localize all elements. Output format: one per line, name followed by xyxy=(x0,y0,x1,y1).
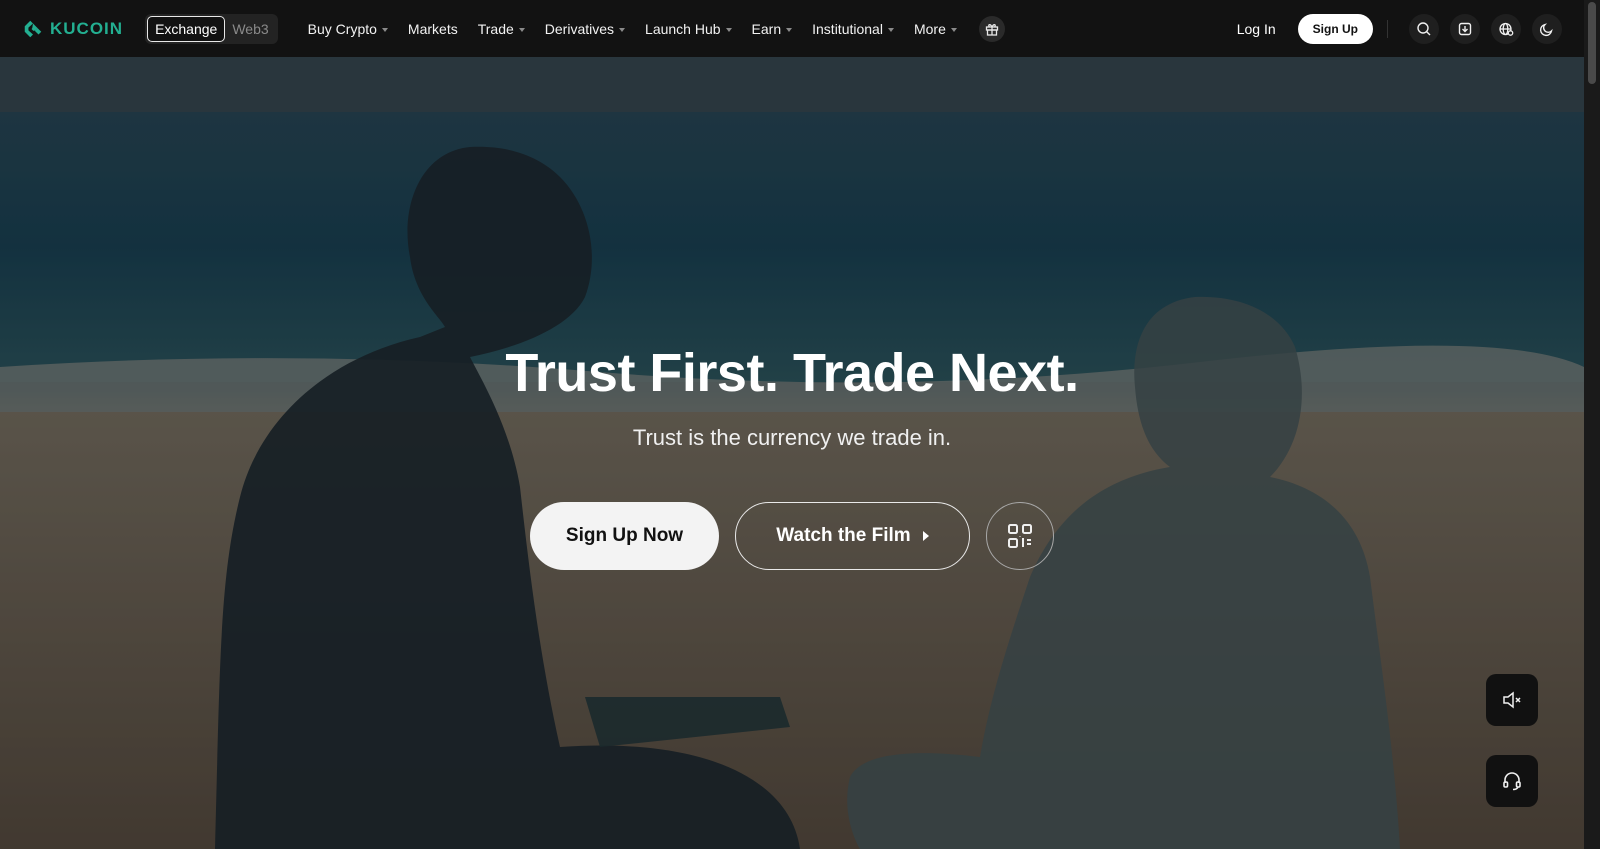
nav-markets-label: Markets xyxy=(407,20,458,37)
hero-section: Trust First. Trade Next. Trust is the cu… xyxy=(0,57,1584,849)
download-icon xyxy=(1458,22,1472,35)
nav-derivatives-label: Derivatives xyxy=(544,20,615,37)
nav-buy-crypto-label: Buy Crypto xyxy=(307,20,377,37)
top-navbar: KUCOIN Exchange Web3 Buy Crypto Markets … xyxy=(0,0,1584,57)
scrollbar-thumb[interactable] xyxy=(1588,2,1596,84)
kucoin-logo[interactable]: KUCOIN xyxy=(22,18,123,40)
hero-background-image xyxy=(0,57,1584,849)
nav-earn[interactable]: Earn xyxy=(742,0,803,57)
chevron-down-icon xyxy=(518,27,525,32)
brand-name: KUCOIN xyxy=(50,18,124,38)
chevron-down-icon xyxy=(786,27,793,32)
hero-title: Trust First. Trade Next. xyxy=(505,343,1079,403)
tab-web3[interactable]: Web3 xyxy=(225,16,275,42)
header-actions: Log In Sign Up xyxy=(1237,0,1562,57)
search-button[interactable] xyxy=(1409,13,1439,44)
tab-exchange[interactable]: Exchange xyxy=(147,15,226,42)
chevron-down-icon xyxy=(725,27,732,32)
watch-film-label: Watch the Film xyxy=(776,525,911,546)
exchange-web3-switch: Exchange Web3 xyxy=(145,13,278,44)
customer-support-button[interactable] xyxy=(1486,755,1538,807)
headset-icon xyxy=(1503,772,1521,791)
divider xyxy=(1387,19,1388,38)
watch-film-button[interactable]: Watch the Film xyxy=(735,502,970,570)
main-nav-menu: Buy Crypto Markets Trade Derivatives Lau… xyxy=(298,0,1005,57)
page-scrollbar[interactable] xyxy=(1584,0,1600,849)
gift-icon xyxy=(985,23,999,36)
nav-earn-label: Earn xyxy=(751,20,782,37)
nav-institutional[interactable]: Institutional xyxy=(802,0,904,57)
globe-icon xyxy=(1499,22,1514,36)
chevron-down-icon xyxy=(950,27,957,32)
qr-code-button[interactable] xyxy=(986,502,1054,570)
hero-subtitle: Trust is the currency we trade in. xyxy=(632,425,952,450)
hero-cta-row: Sign Up Now Watch the Film xyxy=(530,502,1054,570)
theme-toggle-button[interactable] xyxy=(1532,13,1562,44)
nav-trade-label: Trade xyxy=(477,20,514,37)
signup-button[interactable]: Sign Up xyxy=(1297,13,1373,44)
nav-institutional-label: Institutional xyxy=(812,20,883,37)
mute-button[interactable] xyxy=(1486,674,1538,726)
sign-up-now-button[interactable]: Sign Up Now xyxy=(530,502,719,570)
nav-launch-hub[interactable]: Launch Hub xyxy=(635,0,742,57)
play-icon xyxy=(922,531,929,541)
qr-code-icon xyxy=(1008,524,1032,548)
nav-more-label: More xyxy=(913,20,946,37)
kucoin-logo-icon xyxy=(24,20,42,37)
gift-button[interactable] xyxy=(978,15,1005,42)
search-icon xyxy=(1417,21,1431,35)
login-link[interactable]: Log In xyxy=(1237,21,1276,37)
language-currency-button[interactable] xyxy=(1491,13,1521,44)
nav-launch-hub-label: Launch Hub xyxy=(645,20,721,37)
chevron-down-icon xyxy=(619,27,626,32)
speaker-muted-icon xyxy=(1503,691,1521,709)
nav-markets[interactable]: Markets xyxy=(398,0,468,57)
nav-derivatives[interactable]: Derivatives xyxy=(535,0,635,57)
chevron-down-icon xyxy=(887,27,894,32)
nav-trade[interactable]: Trade xyxy=(468,0,535,57)
chevron-down-icon xyxy=(381,27,388,32)
nav-buy-crypto[interactable]: Buy Crypto xyxy=(298,0,398,57)
download-button[interactable] xyxy=(1450,13,1480,44)
moon-icon xyxy=(1539,22,1553,36)
nav-more[interactable]: More xyxy=(904,0,967,57)
